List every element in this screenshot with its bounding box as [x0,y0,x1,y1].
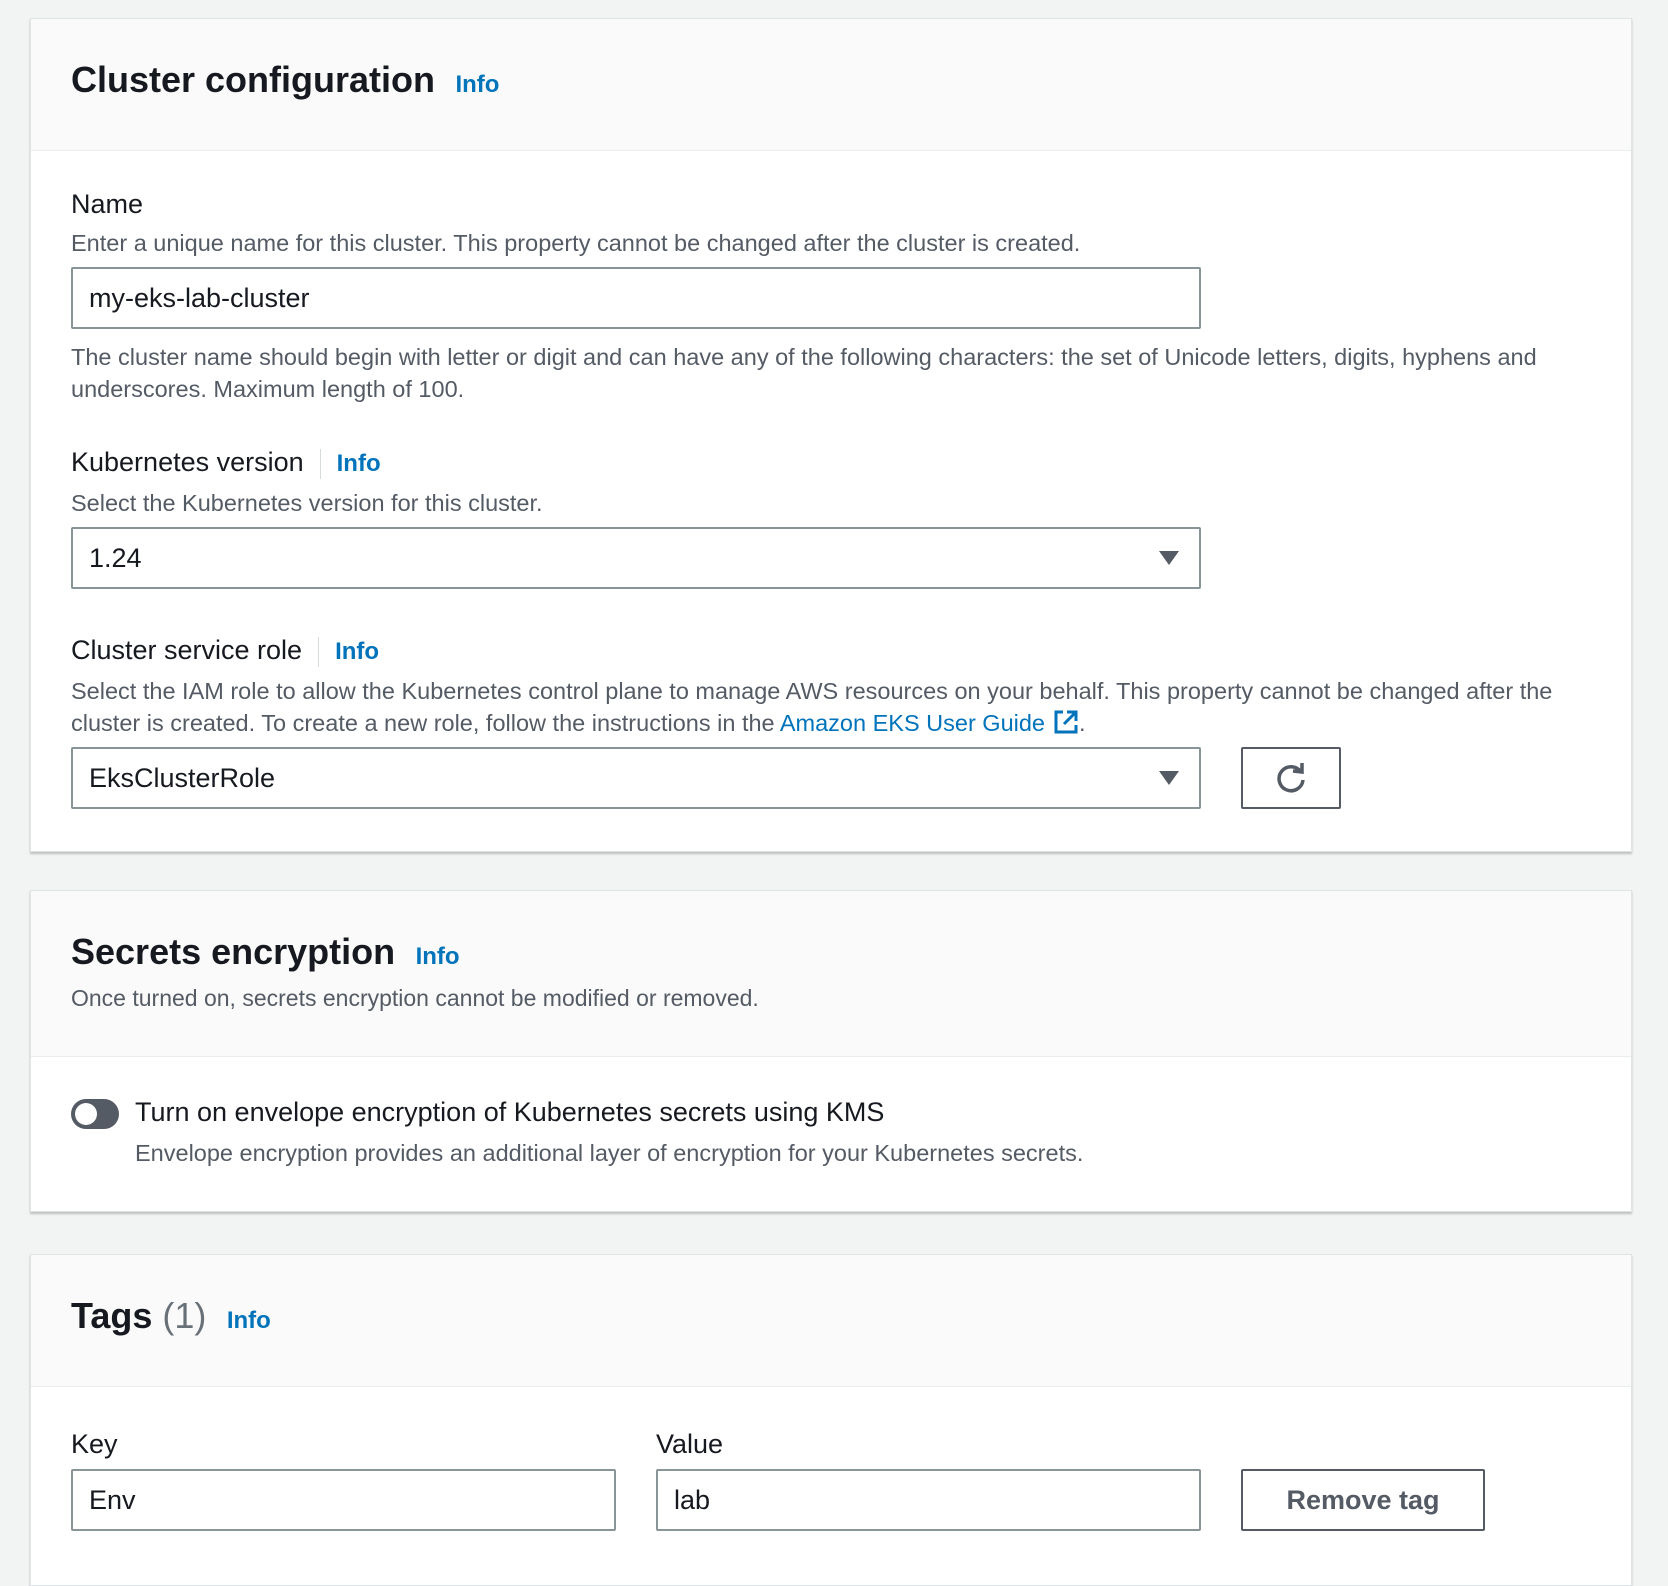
panel-header: Cluster configuration Info [31,19,1631,151]
tag-key-input[interactable]: Env [71,1469,616,1531]
external-link-icon [1054,710,1078,734]
service-role-label: Cluster service role Info [71,635,379,667]
tags-count: (1) [162,1295,207,1336]
refresh-roles-button[interactable] [1241,747,1341,809]
envelope-encryption-label: Turn on envelope encryption of Kubernete… [135,1097,885,1127]
envelope-encryption-description: Envelope encryption provides an addition… [135,1140,1084,1166]
panel-title: Tags (1) [71,1295,206,1337]
cluster-name-input[interactable]: my-eks-lab-cluster [71,267,1201,329]
name-description: Enter a unique name for this cluster. Th… [71,230,1081,256]
panel-title: Cluster configuration [71,59,436,100]
tag-value-input[interactable]: lab [656,1469,1201,1531]
tag-key-value: Env [89,1485,136,1515]
kubernetes-version-label-text: Kubernetes version [71,447,304,477]
panel-title: Secrets encryption [71,931,396,972]
toggle-knob [75,1103,97,1125]
label-divider [319,448,321,479]
kubernetes-version-info-link[interactable]: Info [337,450,381,478]
tag-value-label: Value [656,1429,724,1459]
envelope-encryption-toggle[interactable] [71,1099,119,1129]
eks-user-guide-link[interactable]: Amazon EKS User Guide [780,710,1079,736]
cluster-name-value: my-eks-lab-cluster [89,283,310,313]
service-role-description-end: . [1079,710,1086,736]
service-role-info-link[interactable]: Info [335,638,379,666]
service-role-description: Select the IAM role to allow the Kuberne… [71,675,1611,739]
eks-user-guide-link-text: Amazon EKS User Guide [779,710,1046,736]
kubernetes-version-label: Kubernetes version Info [71,447,381,479]
kubernetes-version-select[interactable]: 1.24 [71,527,1201,589]
cluster-configuration-panel: Cluster configuration Info Name Enter a … [30,18,1632,852]
kubernetes-version-description: Select the Kubernetes version for this c… [71,490,543,516]
secrets-encryption-description: Once turned on, secrets encryption canno… [71,985,759,1011]
caret-down-icon [1159,771,1179,785]
info-link[interactable]: Info [455,71,499,99]
name-constraint-text: The cluster name should begin with lette… [71,344,1537,402]
service-role-select[interactable]: EksClusterRole [71,747,1201,809]
secrets-encryption-panel: Secrets encryption Info Once turned on, … [30,890,1632,1212]
caret-down-icon [1159,551,1179,565]
panel-header: Tags (1) Info [31,1255,1631,1387]
kubernetes-version-value: 1.24 [89,543,142,573]
info-link[interactable]: Info [227,1307,271,1335]
tags-panel: Tags (1) Info Key Value Env lab Remove t… [30,1254,1632,1586]
tag-value-value: lab [674,1485,711,1515]
refresh-icon [1277,762,1305,793]
name-label: Name [71,189,144,219]
tags-title-text: Tags [71,1295,153,1336]
panel-header: Secrets encryption Info Once turned on, … [31,891,1631,1057]
label-divider [318,636,320,667]
service-role-label-text: Cluster service role [71,635,303,665]
service-role-value: EksClusterRole [89,763,276,793]
tag-key-label: Key [71,1429,118,1459]
info-link[interactable]: Info [416,943,460,971]
remove-tag-button[interactable]: Remove tag [1241,1469,1485,1531]
